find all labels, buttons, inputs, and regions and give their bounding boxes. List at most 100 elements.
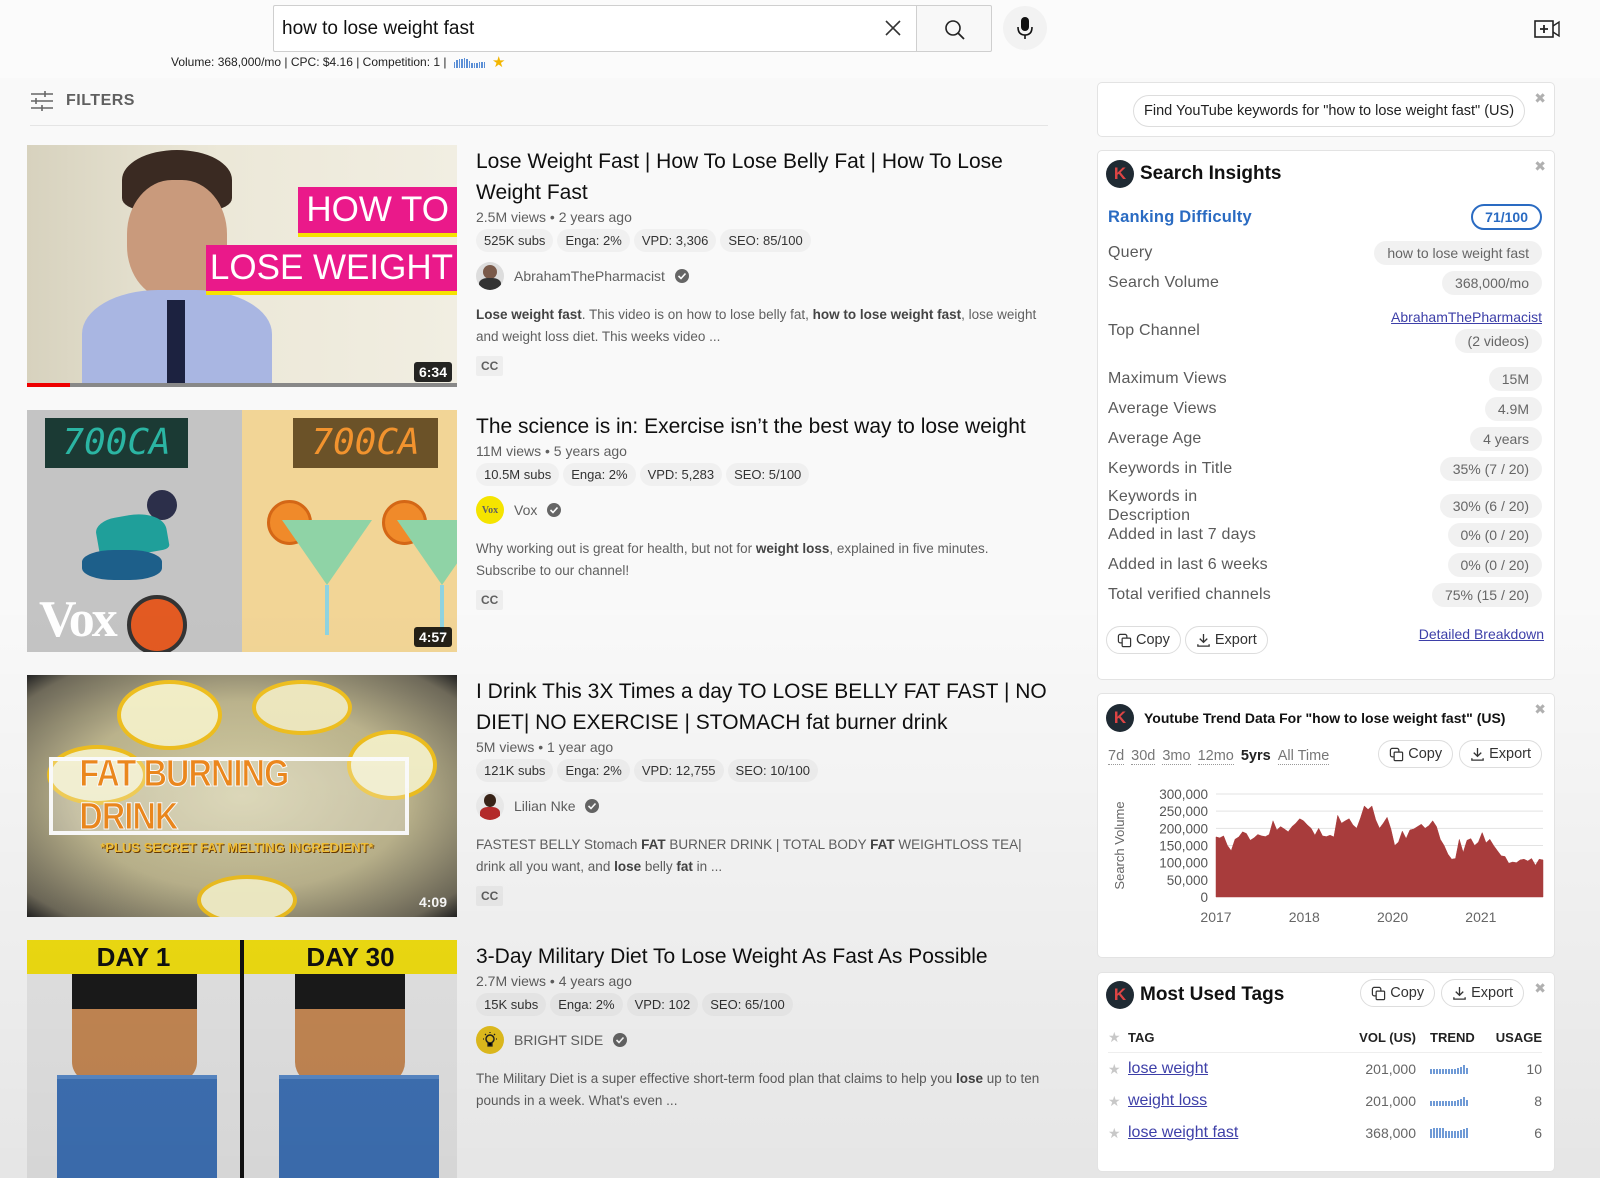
insight-value: 30% (6 / 20) (1439, 494, 1542, 518)
channel-link[interactable]: Lilian Nke (476, 792, 1056, 820)
top-channel-link[interactable]: AbrahamThePharmacist (1391, 309, 1542, 325)
thumbnail-text: DAY 1 (96, 941, 171, 972)
x-tick-label: 2018 (1289, 909, 1320, 925)
video-description: The Military Diet is a super effective s… (476, 1071, 1040, 1108)
detailed-breakdown-link[interactable]: Detailed Breakdown (1419, 626, 1544, 642)
channel-link[interactable]: AbrahamThePharmacist (476, 262, 1056, 290)
range-option[interactable]: 3mo (1162, 748, 1191, 765)
video-title[interactable]: The science is in: Exercise isn’t the be… (476, 411, 1056, 442)
trend-bar (471, 62, 473, 68)
copy-button[interactable]: Copy (1378, 740, 1454, 768)
trend-bar (1457, 1099, 1459, 1106)
export-button[interactable]: Export (1459, 740, 1542, 768)
filters-button[interactable]: FILTERS (30, 90, 135, 112)
tag-link[interactable]: lose weight fast (1128, 1124, 1238, 1141)
search-input[interactable]: how to lose weight fast (273, 5, 917, 52)
trend-bar (476, 62, 478, 68)
tag-volume: 201,000 (1365, 1093, 1416, 1109)
insight-row: Average Views 4.9M (1108, 397, 1542, 421)
channel-link[interactable]: Vox Vox (476, 496, 1056, 524)
thumbnail-text: FAT BURNING DRINK (79, 753, 290, 839)
y-tick-label: 200,000 (1159, 821, 1208, 836)
trend-bar (1442, 1068, 1444, 1074)
tag-link[interactable]: lose weight (1128, 1060, 1208, 1077)
thumbnail-text: 700CA (45, 418, 188, 468)
trend-bar (468, 60, 471, 68)
range-option[interactable]: 7d (1108, 748, 1125, 765)
copy-icon (1117, 633, 1132, 647)
create-video-icon[interactable] (1533, 18, 1561, 40)
export-button[interactable]: Export (1441, 979, 1524, 1007)
range-option[interactable]: 5yrs (1241, 748, 1271, 765)
video-result[interactable]: DAY 1 DAY 30 3-Day Military Diet To Lose… (27, 940, 1057, 1178)
search-query[interactable]: how to lose weight fast (282, 18, 474, 40)
star-icon[interactable]: ★ (1108, 1125, 1128, 1142)
panel-title: Youtube Trend Data For "how to lose weig… (1144, 710, 1506, 726)
trend-bar (1466, 1067, 1468, 1074)
cc-badge: CC (476, 590, 504, 610)
tags-table-header: ★ TAG VOL (US) TREND USAGE (1108, 1023, 1542, 1053)
video-thumbnail[interactable]: FAT BURNING DRINK *PLUS SECRET FAT MELTI… (27, 675, 457, 917)
trend-bar (1430, 1100, 1432, 1106)
video-thumbnail[interactable]: 700CA 700CA Vox 4:57 (27, 410, 457, 652)
voice-search-button[interactable] (1003, 6, 1047, 50)
trend-bar (1442, 1100, 1444, 1106)
thumbnail-text: LOSE WEIGHT (205, 245, 457, 295)
x-tick-label: 2021 (1465, 909, 1496, 925)
panel-title: Most Used Tags (1140, 984, 1285, 1005)
find-keywords-button[interactable]: Find YouTube keywords for "how to lose w… (1133, 95, 1526, 127)
most-used-tags-panel: K Most Used Tags ✖ Copy Export ★ TAG VOL… (1097, 972, 1555, 1172)
insight-value: how to lose weight fast (1374, 241, 1542, 265)
trend-bar (1466, 1099, 1468, 1106)
subs-chip: 121K subs (476, 759, 554, 782)
channel-name: Vox (514, 502, 538, 518)
range-option[interactable]: 30d (1131, 748, 1156, 765)
copy-button[interactable]: Copy (1360, 979, 1436, 1007)
competition-trend-bars (453, 57, 486, 68)
copy-button[interactable]: Copy (1106, 626, 1181, 654)
channel-avatar: Vox (476, 496, 504, 524)
video-thumbnail[interactable]: HOW TO LOSE WEIGHT 6:34 (27, 145, 457, 387)
insight-label: Keywords in Title (1108, 460, 1233, 477)
search-button[interactable] (916, 5, 992, 52)
insight-row: Added in last 7 days 0% (0 / 20) (1108, 523, 1542, 547)
trend-bar (1457, 1130, 1459, 1138)
insight-label: Total verified channels (1108, 586, 1271, 603)
clear-search-icon[interactable] (881, 16, 905, 40)
favorite-star-icon[interactable]: ★ (492, 53, 505, 71)
search-insights-panel: K Search Insights ✖ Ranking Difficulty 7… (1097, 150, 1555, 680)
close-panel-icon[interactable]: ✖ (1534, 90, 1546, 107)
thumbnail-banner: FAT BURNING DRINK (49, 753, 409, 839)
keywords-everywhere-logo: K (1106, 704, 1134, 732)
export-button[interactable]: Export (1184, 626, 1268, 654)
trend-bar (463, 57, 466, 68)
close-panel-icon[interactable]: ✖ (1534, 701, 1546, 718)
star-icon[interactable]: ★ (1108, 1029, 1128, 1046)
panel-header: K Youtube Trend Data For "how to lose we… (1106, 704, 1505, 732)
video-title[interactable]: Lose Weight Fast | How To Lose Belly Fat… (476, 146, 1056, 208)
tag-link[interactable]: weight loss (1128, 1092, 1207, 1109)
video-title[interactable]: 3-Day Military Diet To Lose Weight As Fa… (476, 941, 1056, 972)
star-icon[interactable]: ★ (1108, 1093, 1128, 1110)
trend-bar (1460, 1066, 1462, 1074)
video-result[interactable]: 700CA 700CA Vox 4:57 The science is in: … (27, 410, 1057, 652)
range-option[interactable]: All Time (1277, 748, 1330, 765)
seo-chip: SEO: 85/100 (720, 229, 811, 252)
insight-label: Query (1108, 244, 1153, 261)
trend-bar (1445, 1130, 1447, 1138)
close-panel-icon[interactable]: ✖ (1534, 158, 1546, 175)
video-thumbnail[interactable]: DAY 1 DAY 30 (27, 940, 457, 1178)
insight-value: 4.9M (1484, 397, 1542, 421)
video-result[interactable]: FAT BURNING DRINK *PLUS SECRET FAT MELTI… (27, 675, 1057, 917)
range-option[interactable]: 12mo (1197, 748, 1234, 765)
video-result[interactable]: HOW TO LOSE WEIGHT 6:34 Lose Weight Fast… (27, 145, 1057, 387)
trend-bar (1463, 1128, 1465, 1138)
filters-label: FILTERS (66, 92, 135, 109)
channel-link[interactable]: BRIGHT SIDE (476, 1026, 1056, 1054)
insight-label: Added in last 6 weeks (1108, 556, 1268, 573)
close-panel-icon[interactable]: ✖ (1534, 980, 1546, 997)
star-icon[interactable]: ★ (1108, 1061, 1128, 1078)
y-axis-label: Search Volume (1112, 801, 1127, 889)
trend-chart: Search Volume 300,000 250,000 200,000 150,00… (1112, 787, 1544, 925)
video-title[interactable]: I Drink This 3X Times a day TO LOSE BELL… (476, 676, 1056, 738)
